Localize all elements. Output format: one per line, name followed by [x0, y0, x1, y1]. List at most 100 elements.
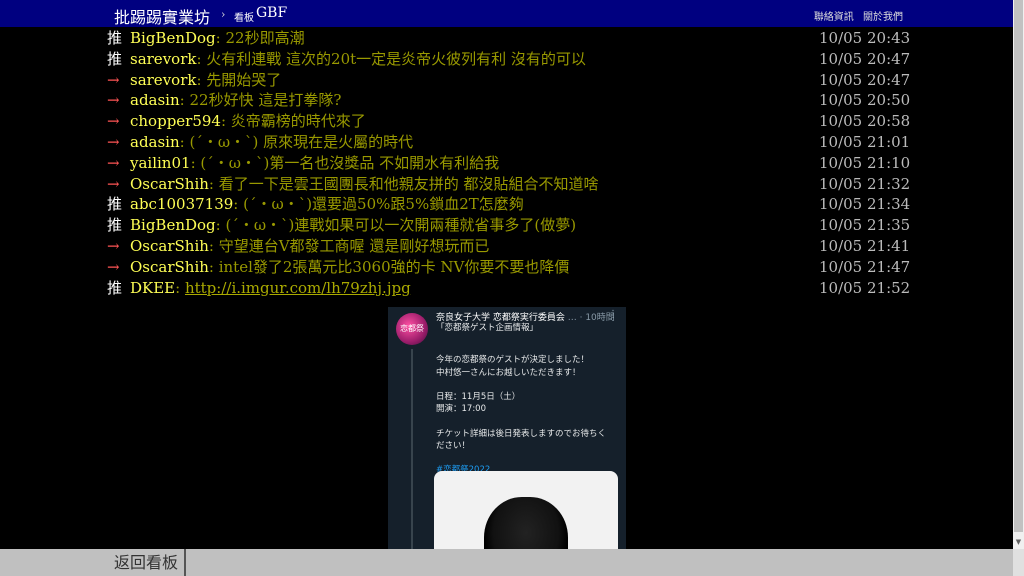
push-content: : 22秒即高潮	[215, 29, 305, 47]
push-row: 推 abc10037139: (´・ω・`)還要過50%跟5%鎖血2T怎麼夠 10/…	[0, 194, 1013, 215]
push-tag: 推	[107, 195, 123, 214]
vertical-scrollbar[interactable]: ▲ ▼	[1013, 0, 1024, 549]
bottom-bar: 返回看板	[0, 549, 1024, 576]
contact-link[interactable]: 聯絡資訊	[814, 12, 854, 23]
arrow-tag: →	[107, 133, 120, 151]
push-user: BigBenDog: 22秒即高潮	[130, 28, 305, 49]
push-user: chopper594: 炎帝霸榜的時代來了	[130, 111, 366, 132]
push-user: DKEE: http://i.imgur.com/lh79zhj.jpg	[130, 278, 411, 299]
push-row: → yailin01: (´・ω・`)第一名也沒獎品 不如開水有利給我 10/05 …	[0, 153, 1013, 174]
push-username: OscarShih	[130, 237, 209, 255]
push-content-prefix: :	[175, 278, 185, 297]
push-content: : 22秒好快 這是打拳隊?	[179, 91, 342, 110]
push-row: → adasin: 22秒好快 這是打拳隊? 10/05 20:50	[0, 90, 1013, 111]
push-time: 10/05 20:47	[819, 49, 911, 68]
tweet-text-line: 今年の恋都祭のゲストが決定しました！	[436, 355, 590, 366]
about-link[interactable]: 關於我們	[863, 12, 903, 23]
push-user: adasin: (´・ω・`) 原來現在是火屬的時代	[130, 132, 413, 153]
push-username: adasin	[130, 133, 180, 151]
push-user: abc10037139: (´・ω・`)還要過50%跟5%鎖血2T怎麼夠	[130, 194, 524, 215]
push-time: 10/05 21:35	[819, 216, 911, 235]
tweet-text-line: 日程：11月5日（土）	[436, 392, 521, 402]
header-links: 聯絡資訊 關於我們	[808, 8, 903, 23]
more-icon: ⋮	[608, 309, 618, 320]
push-user: adasin: 22秒好快 這是打拳隊?	[130, 90, 341, 111]
push-username: OscarShih	[130, 174, 209, 193]
push-time: 10/05 21:34	[819, 195, 911, 214]
scrollbar-corner	[1013, 549, 1024, 576]
push-content: : (´・ω・`)第一名也沒獎品 不如開水有利給我	[190, 153, 500, 172]
push-row: 推 DKEE: http://i.imgur.com/lh79zhj.jpg 10/…	[0, 278, 1013, 299]
push-time: 10/05 21:47	[819, 257, 911, 276]
site-name-link[interactable]: 批踢踢實業坊	[114, 4, 210, 28]
push-tag: 推	[107, 278, 123, 297]
arrow-tag: →	[107, 174, 120, 193]
scroll-down-icon[interactable]: ▼	[1013, 538, 1024, 546]
thread-line	[411, 349, 413, 552]
push-tag: 推	[107, 29, 123, 47]
push-username: abc10037139	[130, 195, 234, 214]
push-content: : 守望連台V都發工商喔 還是剛好想玩而已	[208, 237, 490, 255]
push-content: : 先開始哭了	[196, 70, 282, 89]
breadcrumb-board-label: 看板	[234, 13, 254, 24]
push-content: : (´・ω・`)還要過50%跟5%鎖血2T怎麼夠	[233, 195, 524, 214]
push-username: OscarShih	[130, 257, 209, 276]
push-user: BigBenDog: (´・ω・`)連戰如果可以一次開兩種就省事多了(做夢)	[130, 215, 576, 236]
push-time: 10/05 21:10	[819, 153, 911, 172]
push-user: yailin01: (´・ω・`)第一名也沒獎品 不如開水有利給我	[130, 153, 499, 174]
push-content: : (´・ω・`) 原來現在是火屬的時代	[179, 133, 414, 151]
push-username: BigBenDog	[130, 216, 216, 235]
push-username: chopper594	[130, 112, 221, 131]
push-row: → sarevork: 先開始哭了 10/05 20:47	[0, 70, 1013, 91]
push-user: sarevork: 先開始哭了	[130, 70, 281, 91]
arrow-tag: →	[107, 70, 120, 89]
push-username: BigBenDog	[130, 29, 216, 47]
push-username: adasin	[130, 91, 180, 110]
push-username: DKEE	[130, 278, 176, 297]
push-time: 10/05 20:50	[819, 91, 911, 110]
top-bar: 批踢踢實業坊 › 看板 GBF 聯絡資訊 關於我們	[0, 0, 1013, 27]
push-content: : http://i.imgur.com/lh79zhj.jpg	[175, 279, 411, 297]
tweet-text-line: ださい！	[436, 440, 471, 451]
push-user: OscarShih: 看了一下是雲王國團長和他親友拼的 都沒貼組合不知道啥	[130, 174, 599, 195]
tweet-photo	[434, 471, 618, 552]
push-tag: 推	[107, 49, 123, 68]
push-link[interactable]: http://i.imgur.com/lh79zhj.jpg	[185, 279, 411, 297]
arrow-tag: →	[107, 237, 120, 255]
tweet-text-line: 開演：17:00	[436, 404, 486, 415]
push-time: 10/05 20:43	[819, 29, 911, 47]
back-to-board-button[interactable]: 返回看板	[106, 549, 186, 576]
push-user: OscarShih: 守望連台V都發工商喔 還是剛好想玩而已	[130, 236, 489, 257]
push-username: yailin01	[130, 153, 191, 172]
board-name-link[interactable]: GBF	[256, 5, 287, 21]
push-time: 10/05 21:52	[819, 278, 911, 297]
breadcrumb-separator: ›	[221, 8, 226, 21]
push-row: 推 BigBenDog: (´・ω・`)連戰如果可以一次開兩種就省事多了(做夢) 1…	[0, 215, 1013, 236]
tweet-text-line: 中村悠一さんにお越しいただきます！	[436, 367, 581, 378]
push-row: → OscarShih: 守望連台V都發工商喔 還是剛好想玩而已 10/05 21:…	[0, 236, 1013, 257]
push-username: sarevork	[130, 49, 197, 68]
push-user: OscarShih: intel發了2張萬元比3060強的卡 NV你要不要也降價	[130, 257, 569, 278]
embedded-tweet-image[interactable]: 恋都祭 奈良女子大学 恋都祭実行委員会 … · 10時間 ⋮ 「恋都祭ゲスト企画…	[388, 307, 626, 552]
push-row: 推 sarevork: 火有利連戰 這次的20t一定是炎帝火彼列有利 沒有的可以 1…	[0, 49, 1013, 70]
push-time: 10/05 20:47	[819, 70, 911, 89]
scrollbar-thumb[interactable]	[1014, 0, 1023, 532]
push-row: 推 BigBenDog: 22秒即高潮 10/05 20:43	[0, 28, 1013, 49]
tweet-text-line: チケット詳細は後日発表しますのでお待ちく	[436, 428, 607, 439]
push-time: 10/05 21:41	[819, 237, 911, 255]
push-row: → adasin: (´・ω・`) 原來現在是火屬的時代 10/05 21:01	[0, 132, 1013, 153]
arrow-tag: →	[107, 153, 120, 172]
push-time: 10/05 21:32	[819, 174, 911, 193]
push-content: : (´・ω・`)連戰如果可以一次開兩種就省事多了(做夢)	[215, 216, 577, 235]
push-time: 10/05 20:58	[819, 112, 911, 131]
account-avatar: 恋都祭	[396, 313, 428, 345]
push-tag: 推	[107, 216, 123, 235]
push-content: : 火有利連戰 這次的20t一定是炎帝火彼列有利 沒有的可以	[196, 49, 586, 68]
tweet-text-line: 「恋都祭ゲスト企画情報」	[436, 323, 539, 333]
push-row: → chopper594: 炎帝霸榜的時代來了 10/05 20:58	[0, 111, 1013, 132]
arrow-tag: →	[107, 91, 120, 110]
person-photo	[484, 497, 568, 552]
push-user: sarevork: 火有利連戰 這次的20t一定是炎帝火彼列有利 沒有的可以	[130, 49, 586, 70]
push-row: → OscarShih: intel發了2張萬元比3060強的卡 NV你要不要也降…	[0, 257, 1013, 278]
arrow-tag: →	[107, 112, 120, 131]
